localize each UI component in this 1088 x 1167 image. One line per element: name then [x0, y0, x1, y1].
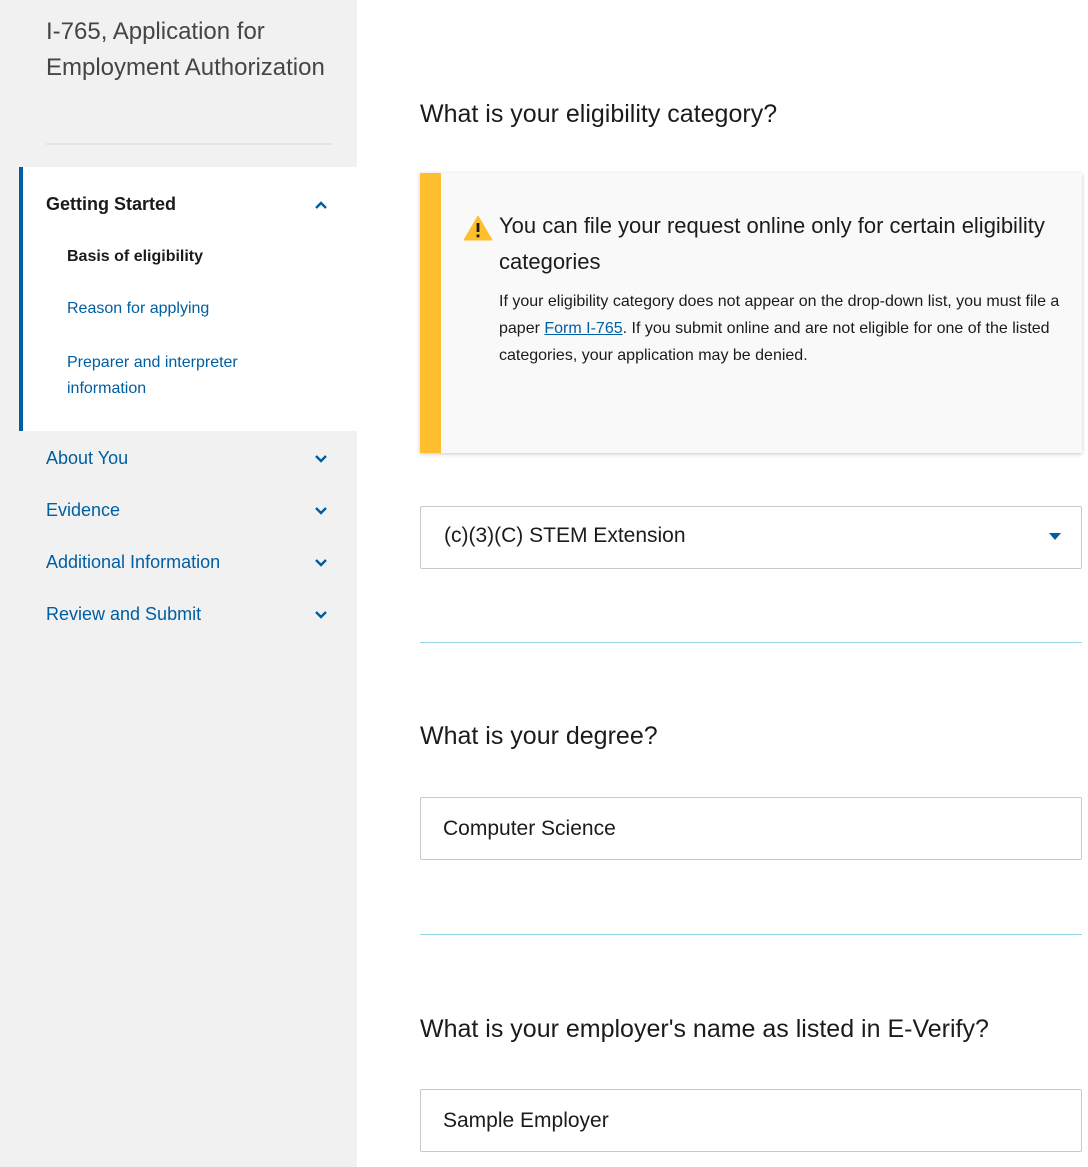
- chevron-down-icon[interactable]: [312, 606, 330, 624]
- sidebar-item-preparer-interpreter[interactable]: Preparer and interpreter information: [67, 350, 307, 402]
- sidebar-section-review-and-submit[interactable]: Review and Submit: [46, 604, 201, 625]
- eligibility-heading: What is your eligibility category?: [420, 100, 778, 128]
- degree-input[interactable]: [420, 797, 1082, 860]
- eligibility-category-selected-value: (c)(3)(C) STEM Extension: [444, 524, 686, 547]
- chevron-down-icon[interactable]: [312, 554, 330, 572]
- alert-body: If your eligibility category does not ap…: [499, 288, 1069, 369]
- employer-heading: What is your employer's name as listed i…: [420, 1015, 989, 1043]
- sidebar-nav: I-765, Application for Employment Author…: [0, 0, 357, 1167]
- warning-triangle-icon: [463, 215, 493, 241]
- section-divider: [420, 934, 1082, 935]
- eligibility-warning-alert: You can file your request online only fo…: [420, 173, 1082, 453]
- caret-down-icon: [1049, 533, 1061, 540]
- sidebar-section-getting-started[interactable]: Getting Started: [46, 194, 176, 215]
- sidebar-section-evidence[interactable]: Evidence: [46, 500, 120, 521]
- sidebar-section-about-you[interactable]: About You: [46, 448, 128, 469]
- section-divider: [420, 642, 1082, 643]
- chevron-up-icon[interactable]: [312, 196, 330, 214]
- title-divider: [46, 143, 332, 145]
- alert-title: You can file your request online only fo…: [499, 213, 1045, 274]
- eligibility-category-select[interactable]: (c)(3)(C) STEM Extension: [420, 506, 1082, 569]
- sidebar-section-additional-information[interactable]: Additional Information: [46, 552, 220, 573]
- form-title: I-765, Application for Employment Author…: [46, 18, 325, 81]
- alert-warning-bar: [420, 173, 441, 453]
- employer-name-input[interactable]: [420, 1089, 1082, 1152]
- sidebar-item-reason-for-applying[interactable]: Reason for applying: [67, 296, 209, 322]
- chevron-down-icon[interactable]: [312, 502, 330, 520]
- form-i765-link[interactable]: Form I-765: [544, 320, 622, 337]
- chevron-down-icon[interactable]: [312, 450, 330, 468]
- sidebar-item-basis-of-eligibility[interactable]: Basis of eligibility: [67, 244, 203, 270]
- degree-heading: What is your degree?: [420, 722, 658, 750]
